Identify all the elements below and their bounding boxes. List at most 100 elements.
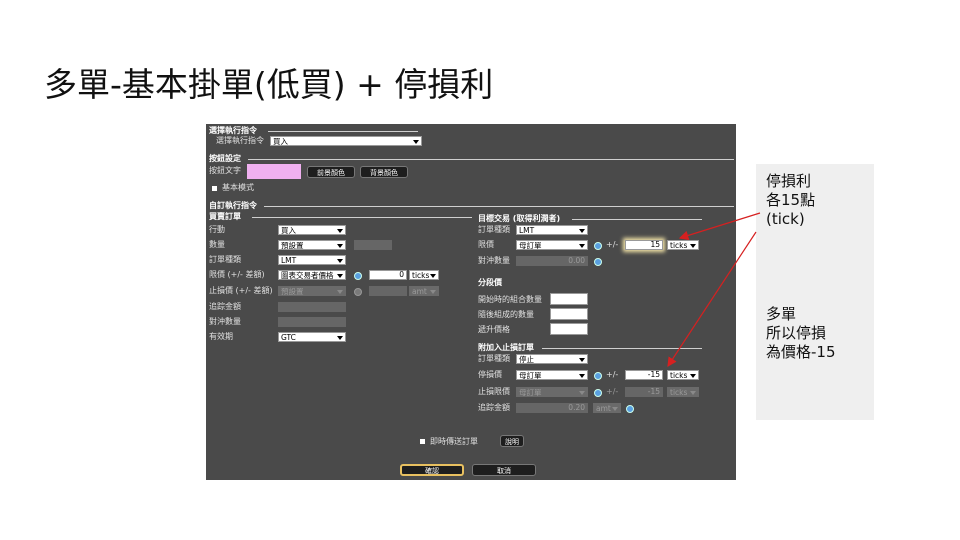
stop-unit-value: amt: [412, 287, 427, 296]
choose-section-title: 選擇執行指令: [209, 126, 257, 135]
chevron-down-icon: [690, 391, 696, 395]
divider: [542, 348, 702, 349]
choose-select-value: 買入: [273, 137, 288, 146]
split-2-input[interactable]: [550, 308, 588, 320]
action-select[interactable]: 買入: [278, 225, 346, 235]
split-1-input[interactable]: [550, 293, 588, 305]
t-limit-value: 母訂單: [519, 241, 542, 250]
hedge-label: 對沖數量: [209, 317, 241, 326]
t-hedge-input[interactable]: 0.00: [516, 256, 588, 266]
chevron-down-icon: [579, 244, 585, 248]
stop-select-value: 預設置: [281, 287, 304, 296]
action-label: 行動: [209, 225, 225, 234]
a-trail-radio[interactable]: [626, 405, 634, 413]
chevron-down-icon: [579, 391, 585, 395]
qty-select[interactable]: 預設置: [278, 240, 346, 250]
hedge-input[interactable]: [278, 317, 346, 327]
basic-mode-checkbox[interactable]: [212, 186, 217, 191]
a-limit-unit-value: ticks: [670, 388, 688, 397]
note-line-6: 為價格-15: [766, 343, 836, 361]
attached-section-title: 附加入止損訂單: [478, 343, 534, 352]
limit-unit-select[interactable]: ticks: [409, 270, 439, 280]
chevron-down-icon: [690, 244, 696, 248]
basic-mode-label: 基本模式: [222, 183, 254, 192]
qty-select-value: 預設置: [281, 241, 304, 250]
t-order-type-select[interactable]: LMT: [516, 225, 588, 235]
instant-send-checkbox[interactable]: [420, 439, 425, 444]
divider: [264, 206, 734, 207]
t-offset-input[interactable]: 15: [625, 240, 663, 250]
qty-input[interactable]: [354, 240, 392, 250]
chevron-down-icon: [337, 259, 343, 263]
limit-select-value: 圖表交易者價格: [281, 271, 334, 280]
explain-button[interactable]: 說明: [500, 435, 524, 447]
chevron-down-icon: [430, 274, 436, 278]
a-stop-select[interactable]: 母訂單: [516, 370, 588, 380]
limit-radio[interactable]: [354, 272, 362, 280]
a-trail-input[interactable]: 0.20: [516, 403, 588, 413]
a-limit-plus-minus: +/-: [606, 387, 619, 396]
back-color-button[interactable]: 背景顏色: [360, 166, 408, 178]
custom-section-title: 自訂執行指令: [209, 201, 257, 210]
t-hedge-radio[interactable]: [594, 258, 602, 266]
a-limit-radio[interactable]: [594, 389, 602, 397]
cancel-button[interactable]: 取消: [472, 464, 536, 476]
a-limit-label: 止損限價: [478, 387, 510, 396]
a-order-type-select[interactable]: 停止: [516, 354, 588, 364]
note-line-1: 停損利: [766, 172, 812, 190]
a-unit-value: ticks: [670, 371, 688, 380]
trail-label: 追踪金額: [209, 302, 241, 311]
chevron-down-icon: [337, 336, 343, 340]
a-limit-select[interactable]: 母訂單: [516, 387, 588, 397]
a-unit-select[interactable]: ticks: [667, 370, 699, 380]
slide-title: 多單-基本掛單(低買) + 停損利: [44, 65, 494, 104]
buy-sell-section-title: 買賣訂單: [209, 212, 241, 221]
a-trail-label: 追踪金額: [478, 403, 510, 412]
trail-input[interactable]: [278, 302, 346, 312]
chevron-down-icon: [579, 358, 585, 362]
note-line-2: 各15點: [766, 191, 816, 209]
a-limit-unit-select[interactable]: ticks: [667, 387, 699, 397]
divider: [252, 217, 472, 218]
choose-select[interactable]: 買入: [270, 136, 422, 146]
a-stop-value: 母訂單: [519, 371, 542, 380]
order-type-select-value: LMT: [281, 256, 297, 265]
limit-select[interactable]: 圖表交易者價格: [278, 270, 346, 280]
ok-button[interactable]: 確認: [400, 464, 464, 476]
chevron-down-icon: [430, 290, 436, 294]
a-order-type-value: 停止: [519, 355, 534, 364]
chevron-down-icon: [612, 407, 618, 411]
tif-label: 有效期: [209, 332, 233, 341]
stop-offset-input[interactable]: [369, 286, 407, 296]
split-section-title: 分段價: [478, 278, 502, 287]
a-limit-offset-input[interactable]: -15: [625, 387, 663, 397]
tif-select[interactable]: GTC: [278, 332, 346, 342]
note-line-4: 多單: [766, 305, 797, 323]
limit-unit-value: ticks: [412, 271, 430, 280]
t-limit-select[interactable]: 母訂單: [516, 240, 588, 250]
stop-select[interactable]: 預設置: [278, 286, 346, 296]
t-limit-radio[interactable]: [594, 242, 602, 250]
chevron-down-icon: [337, 244, 343, 248]
split-3-input[interactable]: [550, 323, 588, 335]
chevron-down-icon: [579, 229, 585, 233]
button-section-title: 按鈕設定: [209, 154, 241, 163]
limit-offset-input[interactable]: 0: [369, 270, 407, 280]
a-stop-radio[interactable]: [594, 372, 602, 380]
order-type-select[interactable]: LMT: [278, 255, 346, 265]
t-unit-select[interactable]: ticks: [667, 240, 699, 250]
a-stop-label: 停損價: [478, 370, 502, 379]
tif-select-value: GTC: [281, 333, 296, 342]
a-offset-input[interactable]: -15: [625, 370, 663, 380]
stop-unit-select[interactable]: amt: [409, 286, 439, 296]
stop-radio[interactable]: [354, 288, 362, 296]
divider: [572, 219, 702, 220]
a-trail-unit-select[interactable]: amt: [593, 403, 621, 413]
t-unit-value: ticks: [670, 241, 688, 250]
button-text-input[interactable]: [247, 164, 301, 179]
choose-label: 選擇執行指令: [216, 136, 264, 145]
instant-send-label: 即時傳送訂單: [430, 437, 478, 446]
action-select-value: 買入: [281, 226, 296, 235]
order-settings-panel: 選擇執行指令 選擇執行指令 買入 按鈕設定 按鈕文字 前景顏色 背景顏色 基本模…: [206, 124, 736, 480]
front-color-button[interactable]: 前景顏色: [307, 166, 355, 178]
